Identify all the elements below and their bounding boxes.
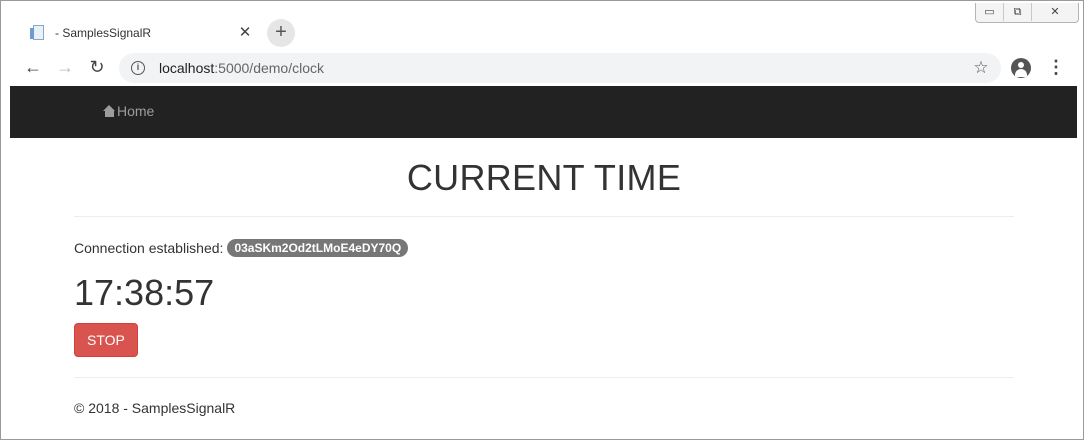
menu-icon[interactable]: ⋮: [1047, 55, 1065, 79]
minimize-button[interactable]: ▭: [976, 3, 1004, 21]
close-icon[interactable]: ✕: [237, 25, 253, 41]
page-title: CURRENT TIME: [406, 157, 682, 198]
window-controls: ▭ ⧉ ✕: [975, 3, 1079, 23]
reload-icon[interactable]: ↻: [83, 53, 111, 81]
maximize-button[interactable]: ⧉: [1004, 3, 1032, 21]
divider: [74, 377, 1014, 378]
browser-tab[interactable]: - SamplesSignalR ✕: [19, 17, 259, 49]
main-container: CURRENT TIME Connection established: 03a…: [74, 138, 1014, 416]
tab-title: - SamplesSignalR: [55, 26, 152, 40]
bookmark-star-icon[interactable]: ☆: [971, 58, 991, 78]
nav-home-link[interactable]: Home: [103, 103, 154, 119]
new-tab-button[interactable]: +: [267, 19, 295, 47]
page-icon: [30, 25, 47, 41]
site-navbar: Home: [10, 86, 1077, 138]
window-close-button[interactable]: ✕: [1032, 3, 1078, 21]
url-host: localhost: [159, 60, 215, 76]
connection-label: Connection established:: [74, 240, 224, 256]
account-icon[interactable]: [1011, 58, 1031, 78]
back-arrow-icon[interactable]: ←: [19, 53, 47, 81]
url-text[interactable]: localhost:5000/demo/clock: [159, 60, 971, 76]
browser-window: - SamplesSignalR ✕ + ▭ ⧉ ✕ ← → ↻ i local…: [0, 0, 1084, 440]
nav-home-label: Home: [117, 103, 155, 119]
url-path: :5000/demo/clock: [214, 60, 324, 76]
address-bar[interactable]: i localhost:5000/demo/clock ☆: [119, 53, 1001, 83]
connection-id-badge: 03aSKm2Od2tLMoE4eDY70Q: [227, 239, 409, 257]
connection-status: Connection established: 03aSKm2Od2tLMoE4…: [74, 239, 1014, 257]
clock-display: 17:38:57: [74, 272, 215, 313]
info-icon[interactable]: i: [131, 61, 145, 75]
page-viewport: Home CURRENT TIME Connection established…: [10, 86, 1077, 439]
footer-text: © 2018 - SamplesSignalR: [74, 400, 236, 416]
home-icon: [103, 105, 116, 117]
forward-arrow-icon[interactable]: →: [51, 53, 79, 81]
divider: [74, 216, 1014, 217]
stop-button[interactable]: STOP: [74, 323, 138, 357]
tab-strip: - SamplesSignalR ✕ + ▭ ⧉ ✕: [1, 1, 1083, 49]
browser-toolbar: ← → ↻ i localhost:5000/demo/clock ☆ ⋮: [1, 49, 1083, 86]
